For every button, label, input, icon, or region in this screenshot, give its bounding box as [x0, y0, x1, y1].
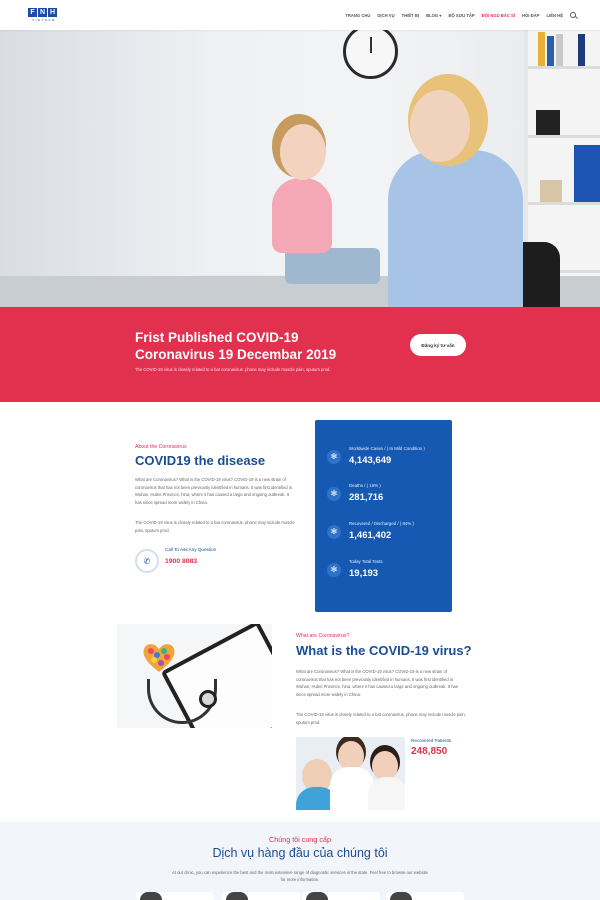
medical-team-image	[296, 737, 405, 810]
virus-icon: ✻	[327, 525, 341, 539]
child-image	[280, 124, 326, 180]
about-tag: About the Coronavirus	[135, 444, 187, 450]
virus-icon: ✻	[327, 450, 341, 464]
doctor-image	[410, 90, 470, 162]
nav-item-blog[interactable]: BLOG ▾	[426, 13, 441, 18]
covid-banner: Frist Published COVID-19 Coronavirus 19 …	[0, 307, 600, 402]
stats-panel: ✻ Worldwide Cases / ( In Mild Condition …	[315, 420, 452, 612]
stat-value: 281,716	[349, 492, 384, 503]
nav-item-gallery[interactable]: BỘ SƯU TẬP	[448, 13, 474, 18]
nav-item-equipment[interactable]: THIẾT BỊ	[402, 13, 419, 18]
service-card[interactable]	[386, 892, 464, 900]
banner-description: The COVID-19 virus is closely related to…	[135, 367, 331, 372]
service-card[interactable]	[302, 892, 380, 900]
nav-item-services[interactable]: DỊCH VỤ	[377, 13, 394, 18]
about-title: COVID19 the disease	[135, 453, 266, 468]
nav-item-doctors[interactable]: ĐỘI NGŨ BÁC SĨ	[482, 13, 515, 18]
logo-subtitle: VIETNAM	[32, 18, 56, 22]
consultation-button[interactable]: Đăng ký tư vấn	[410, 334, 466, 356]
logo-letter: N	[38, 8, 47, 17]
about-paragraph: What are Coronavirus? What is the COVID-…	[135, 477, 293, 505]
child-image	[272, 178, 332, 253]
stethoscope-image	[117, 624, 272, 728]
recovered-value: 248,850	[411, 746, 448, 757]
logo-letter: F	[28, 8, 37, 17]
site-header: F N H VIETNAM TRANG CHỦ DỊCH VỤ THIẾT BỊ…	[0, 0, 600, 30]
search-icon[interactable]	[570, 12, 576, 18]
logo-letter: H	[48, 8, 57, 17]
nav-item-blog-label: BLOG	[426, 12, 439, 18]
services-tag: Chúng tôi cung cấp	[269, 835, 331, 844]
stat-label: Worldwide Cases / ( In Mild Condition )	[349, 446, 425, 451]
about-paragraph: The COVID-19 virus is closely related to…	[135, 520, 295, 533]
services-section: Chúng tôi cung cấp Dịch vụ hàng đầu của …	[0, 822, 600, 900]
pills-heart-image	[143, 644, 175, 672]
whatis-paragraph: The COVID-19 virus is closely related to…	[296, 712, 466, 725]
service-card[interactable]	[222, 892, 300, 900]
stat-label: Recovered / Discharged / ( 84% )	[349, 521, 414, 526]
stat-label: Deaths / ( 16% )	[349, 483, 381, 488]
service-card[interactable]	[136, 892, 214, 900]
phone-icon[interactable]: ✆	[135, 549, 159, 573]
child-image	[285, 248, 380, 284]
hero-image	[0, 30, 600, 307]
services-title: Dịch vụ hàng đầu của chúng tôi	[212, 846, 388, 860]
whatis-title: What is the COVID-19 virus?	[296, 643, 472, 658]
nav-item-home[interactable]: TRANG CHỦ	[345, 13, 370, 18]
nav-item-contact[interactable]: LIÊN HỆ	[546, 13, 563, 18]
call-label: Call To Ask Any Question	[165, 547, 217, 552]
stat-value: 19,193	[349, 568, 379, 579]
stat-value: 1,461,402	[349, 530, 392, 541]
virus-icon: ✻	[327, 563, 341, 577]
recovered-label: Recovered Patients	[411, 738, 452, 743]
site-logo[interactable]: F N H VIETNAM	[28, 8, 60, 24]
main-nav: TRANG CHỦ DỊCH VỤ THIẾT BỊ BLOG ▾ BỘ SƯU…	[345, 12, 576, 18]
doctor-image	[388, 150, 523, 307]
chevron-down-icon: ▾	[439, 12, 442, 18]
call-number[interactable]: 1900 8083	[165, 558, 197, 565]
whatis-tag: What are Coronavirus?	[296, 633, 350, 639]
banner-title: Frist Published COVID-19 Coronavirus 19 …	[135, 330, 337, 362]
stat-label: Today Total Tests	[349, 559, 383, 564]
nav-item-faq[interactable]: HỎI ĐÁP	[522, 13, 539, 18]
whatis-paragraph: What are Coronavirus? What is the COVID-…	[296, 669, 458, 697]
services-description: At our clinic, you can experience the be…	[171, 870, 429, 883]
stat-value: 4,143,649	[349, 455, 392, 466]
virus-icon: ✻	[327, 487, 341, 501]
